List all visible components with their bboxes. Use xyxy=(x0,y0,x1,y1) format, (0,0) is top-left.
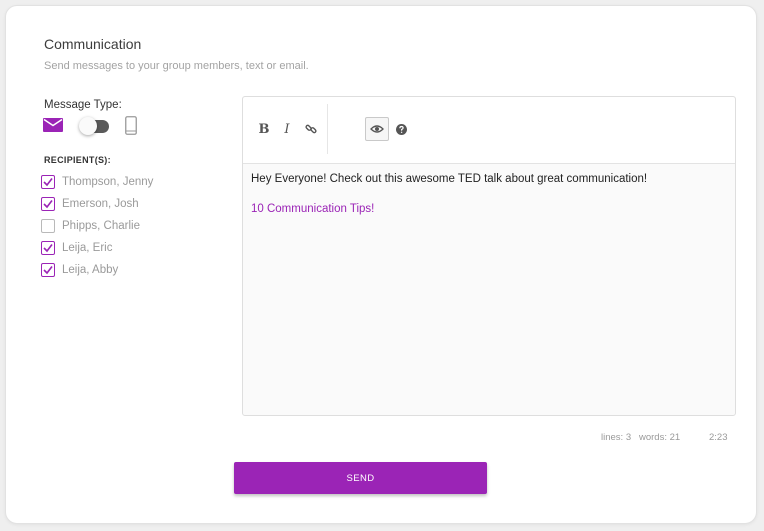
recipient-item[interactable]: Leija, Eric xyxy=(41,237,153,259)
message-editor[interactable]: B I Hey Everyone! Check out this awesome… xyxy=(242,96,736,416)
editor-toolbar: B I xyxy=(243,97,735,164)
recipient-checkbox[interactable] xyxy=(41,241,55,255)
recipient-name: Thompson, Jenny xyxy=(62,176,154,188)
page-title: Communication xyxy=(44,36,142,52)
message-line: Hey Everyone! Check out this awesome TED… xyxy=(251,173,648,185)
editor-content[interactable]: Hey Everyone! Check out this awesome TED… xyxy=(251,173,647,233)
recipient-item[interactable]: Phipps, Charlie xyxy=(41,215,153,237)
italic-button[interactable]: I xyxy=(276,118,298,140)
question-circle-icon xyxy=(395,123,407,135)
recipient-name: Phipps, Charlie xyxy=(62,220,140,232)
message-type-label: Message Type: xyxy=(44,99,122,111)
recipient-checkbox[interactable] xyxy=(41,219,55,233)
check-icon xyxy=(43,244,53,253)
link-icon xyxy=(305,124,317,134)
recipient-item[interactable]: Thompson, Jenny xyxy=(41,171,153,193)
recipients-label: RECIPIENT(S): xyxy=(44,155,111,165)
email-icon[interactable] xyxy=(43,118,63,132)
eye-icon xyxy=(370,125,384,133)
phone-icon[interactable] xyxy=(125,116,137,135)
recipient-name: Emerson, Josh xyxy=(62,198,139,210)
recipient-name: Leija, Abby xyxy=(62,264,119,276)
link-button[interactable] xyxy=(300,118,322,140)
send-button[interactable]: SEND xyxy=(234,462,487,494)
timestamp: 2:23 xyxy=(709,432,728,443)
toolbar-divider xyxy=(327,104,328,154)
word-count: words: 21 xyxy=(639,432,681,443)
recipient-name: Leija, Eric xyxy=(62,242,113,254)
recipient-list: Thompson, Jenny Emerson, Josh Phipps, Ch… xyxy=(41,171,153,281)
bold-button[interactable]: B xyxy=(253,118,275,140)
message-type-toggle[interactable] xyxy=(79,117,109,135)
recipient-item[interactable]: Leija, Abby xyxy=(41,259,153,281)
check-icon xyxy=(43,266,53,275)
help-button[interactable] xyxy=(390,118,412,140)
page-subtitle: Send messages to your group members, tex… xyxy=(44,60,309,72)
toggle-knob xyxy=(79,117,97,135)
preview-button[interactable] xyxy=(365,117,389,141)
line-count: lines: 3 xyxy=(601,432,632,443)
recipient-checkbox[interactable] xyxy=(41,175,55,189)
communication-card: Communication Send messages to your grou… xyxy=(5,5,757,524)
recipient-item[interactable]: Emerson, Josh xyxy=(41,193,153,215)
check-icon xyxy=(43,178,53,187)
message-link[interactable]: 10 Communication Tips! xyxy=(251,203,374,215)
check-icon xyxy=(43,200,53,209)
recipient-checkbox[interactable] xyxy=(41,263,55,277)
recipient-checkbox[interactable] xyxy=(41,197,55,211)
